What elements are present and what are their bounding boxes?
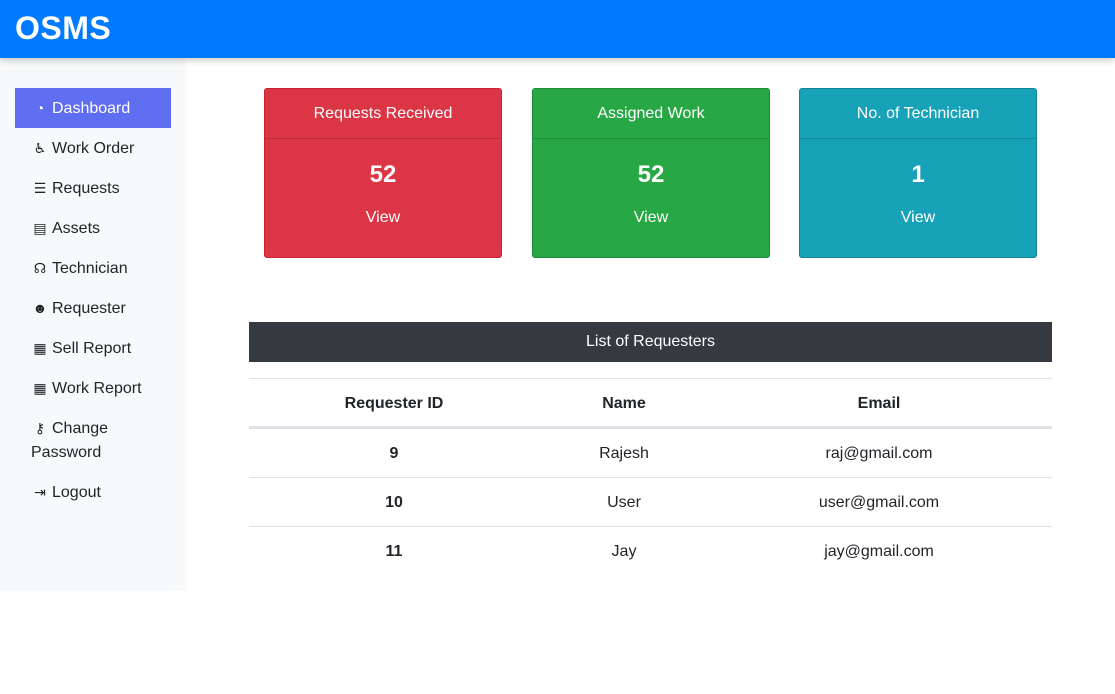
sidebar-item-label: Change <box>52 420 109 437</box>
sidebar-item-label: Requests <box>52 180 120 197</box>
column-header-requester-id: Requester ID <box>344 395 444 412</box>
tachometer-icon: ◔ <box>35 100 45 116</box>
requester-id-cell: 11 <box>385 543 403 560</box>
column-header-name: Name <box>602 395 646 412</box>
sign-out-icon: ⇥ <box>34 484 46 500</box>
sidebar: ◔ Dashboard ♿ Work Order ☰ Requests ▤ Assets… <box>0 58 186 591</box>
sidebar-item-label-line2: Password <box>31 444 102 461</box>
users-icon: ☻ <box>32 300 48 316</box>
table-icon: ▦ <box>33 380 47 396</box>
brand-logo[interactable]: OSMS <box>15 10 111 47</box>
sidebar-item-label: Assets <box>52 220 101 237</box>
sidebar-item-technician[interactable]: ☊ Technician <box>15 256 171 281</box>
card-title: No. of Technician <box>800 89 1036 139</box>
requester-email-cell: jay@gmail.com <box>824 543 934 560</box>
card-count: 52 <box>637 161 665 188</box>
requests-received-card: Requests Received 52 View <box>264 88 502 258</box>
column-header-email: Email <box>857 395 901 412</box>
top-navbar: OSMS <box>0 0 1115 58</box>
requester-email-cell: raj@gmail.com <box>825 445 933 462</box>
requester-id-cell: 10 <box>385 494 403 511</box>
view-link[interactable]: View <box>265 209 501 227</box>
requesters-list-title: List of Requesters <box>249 322 1052 362</box>
sidebar-item-work-report[interactable]: ▦ Work Report <box>15 376 171 401</box>
card-count: 52 <box>369 161 397 188</box>
view-link[interactable]: View <box>800 209 1036 227</box>
sidebar-item-label: Sell Report <box>52 340 132 357</box>
accessible-icon: ♿ <box>33 140 47 156</box>
sidebar-item-logout[interactable]: ⇥ Logout <box>15 480 171 505</box>
sidebar-item-label: Dashboard <box>52 100 131 117</box>
assigned-work-card: Assigned Work 52 View <box>532 88 770 258</box>
sidebar-item-label: Work Order <box>52 140 135 157</box>
requesters-table: Requester ID Name Email 9 Rajesh raj@gma… <box>249 378 1052 575</box>
align-center-icon: ☰ <box>33 180 47 196</box>
technician-count-card: No. of Technician 1 View <box>799 88 1037 258</box>
table-icon: ▦ <box>33 340 47 356</box>
sidebar-item-label: Work Report <box>52 380 142 397</box>
table-row: 9 Rajesh raj@gmail.com <box>249 428 1052 477</box>
sidebar-item-label: Requester <box>52 300 126 317</box>
sidebar-item-requests[interactable]: ☰ Requests <box>15 176 171 201</box>
table-header-row: Requester ID Name Email <box>249 378 1052 428</box>
sidebar-item-requester[interactable]: ☻ Requester <box>15 296 171 321</box>
table-row: 11 Jay jay@gmail.com <box>249 526 1052 575</box>
sidebar-item-change-password[interactable]: ⚷ Change Password <box>15 416 171 465</box>
view-link[interactable]: View <box>533 209 769 227</box>
requester-name-cell: User <box>607 494 641 511</box>
sidebar-item-dashboard[interactable]: ◔ Dashboard <box>15 88 171 128</box>
card-title: Assigned Work <box>533 89 769 139</box>
database-icon: ▤ <box>33 220 47 236</box>
key-icon: ⚷ <box>34 420 46 436</box>
sidebar-item-label: Technician <box>52 260 128 277</box>
requester-name-cell: Jay <box>611 543 637 560</box>
sidebar-item-sell-report[interactable]: ▦ Sell Report <box>15 336 171 361</box>
card-count: 1 <box>911 161 925 188</box>
card-title: Requests Received <box>265 89 501 139</box>
requester-email-cell: user@gmail.com <box>818 494 940 511</box>
sidebar-item-label: Logout <box>52 484 101 501</box>
requester-name-cell: Rajesh <box>599 445 649 462</box>
sidebar-item-assets[interactable]: ▤ Assets <box>15 216 171 241</box>
table-row: 10 User user@gmail.com <box>249 477 1052 526</box>
headset-icon: ☊ <box>33 260 47 276</box>
sidebar-item-work-order[interactable]: ♿ Work Order <box>15 136 171 161</box>
requester-id-cell: 9 <box>389 445 399 462</box>
